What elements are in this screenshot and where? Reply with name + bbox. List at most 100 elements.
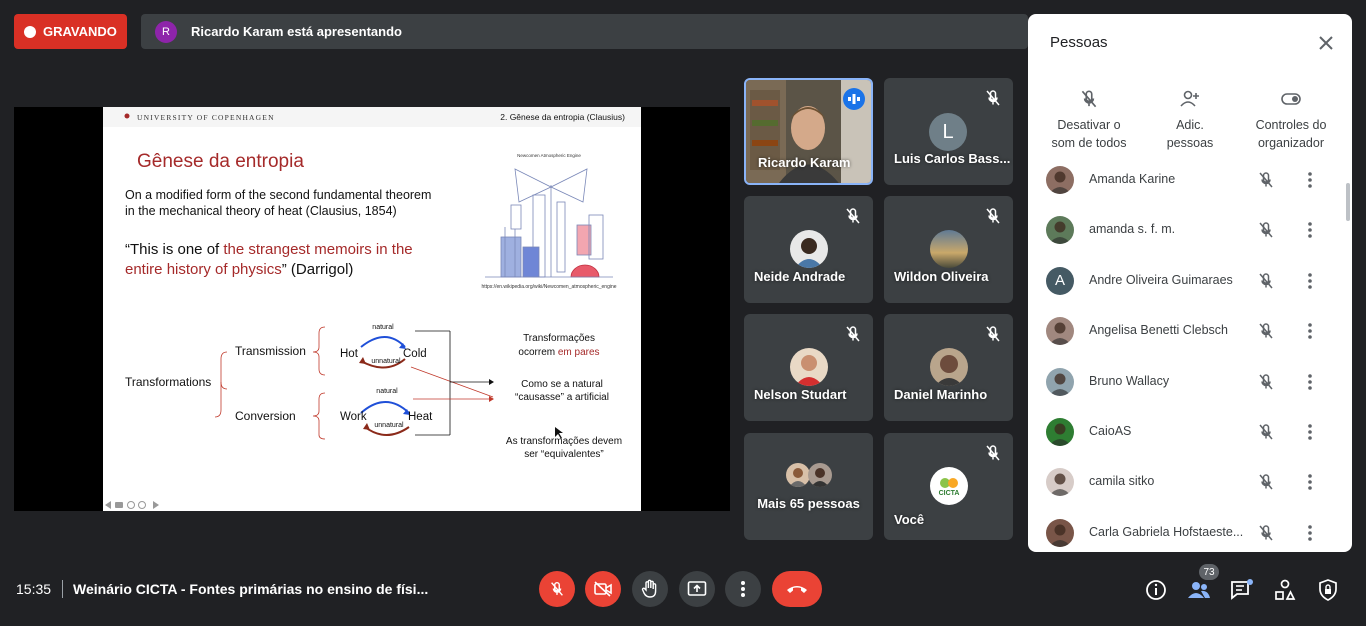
more-options-button[interactable] <box>725 571 761 607</box>
more-vert-icon[interactable] <box>1300 220 1320 245</box>
more-vert-icon[interactable] <box>1300 170 1320 195</box>
tile-ricardo-karam[interactable]: Ricardo Karam <box>744 78 873 185</box>
tile-name: Daniel Marinho <box>894 387 988 402</box>
toggle-icon <box>1281 93 1301 105</box>
presentation-slide: UNIVERSITY OF COPENHAGEN 2. Gênese da en… <box>103 107 641 511</box>
cicta-logo: CICTA <box>930 467 968 505</box>
muted-mic-icon <box>1081 90 1097 108</box>
muted-mic-icon <box>986 208 1000 224</box>
slide-quote-red1: the strangest memoirs in the <box>223 241 412 258</box>
participant-avatar <box>1046 317 1074 346</box>
diagram-natural-1: natural <box>372 324 394 331</box>
slide-quote-line1: “This is one of the strangest memoirs in… <box>125 241 413 258</box>
tile-you[interactable]: CICTA Você <box>884 433 1013 540</box>
tile-daniel-marinho[interactable]: Daniel Marinho <box>884 314 1013 421</box>
people-icon[interactable] <box>1186 577 1212 603</box>
muted-mic-icon[interactable] <box>1256 422 1276 447</box>
muted-mic-icon <box>846 208 860 224</box>
diagram-unnatural-1: unnatural <box>371 358 401 365</box>
participant-row[interactable]: Carla Gabriela Hofstaeste... <box>1028 508 1352 552</box>
slide-title: Gênese da entropia <box>137 151 304 172</box>
tile-name: Wildon Oliveira <box>894 269 989 284</box>
tile-name: Ricardo Karam <box>758 155 851 170</box>
slide-nav-controls <box>105 501 159 509</box>
chat-icon[interactable] <box>1229 577 1255 603</box>
engine-caption: Newcomen Atmospheric Engine <box>517 153 581 158</box>
info-icon[interactable] <box>1143 577 1169 603</box>
people-scrollbar[interactable] <box>1346 183 1350 221</box>
people-panel: Pessoas Desativar o som de todos Adic. p… <box>1028 14 1352 552</box>
slide-quote-red2: entire history of physics <box>125 261 282 278</box>
leave-call-button[interactable] <box>772 571 822 607</box>
host-controls-label-1: Controles do <box>1255 118 1327 132</box>
tile-name: Você <box>894 512 925 527</box>
diagram-work: Work <box>340 411 367 423</box>
avatar: L <box>929 113 967 151</box>
camera-toggle-button[interactable] <box>585 571 621 607</box>
presentation-banner-text: Ricardo Karam está apresentando <box>191 24 402 39</box>
note2-line1: Como se a natural <box>521 379 603 390</box>
more-vert-icon[interactable] <box>1300 372 1320 397</box>
diagram-natural-2: natural <box>376 388 398 395</box>
more-vert-icon[interactable] <box>1300 523 1320 548</box>
avatar <box>930 348 968 386</box>
participant-row[interactable]: Bruno Wallacy <box>1028 357 1352 407</box>
slide-line1: On a modified form of the second fundame… <box>125 188 431 202</box>
more-vert-icon[interactable] <box>1300 422 1320 447</box>
raise-hand-button[interactable] <box>632 571 668 607</box>
diagram-heat: Heat <box>408 411 433 423</box>
more-vert-icon[interactable] <box>1300 271 1320 296</box>
mic-off-icon <box>551 581 563 596</box>
muted-mic-icon[interactable] <box>1256 220 1276 245</box>
mic-toggle-button[interactable] <box>539 571 575 607</box>
more-vert-icon[interactable] <box>1300 321 1320 346</box>
participant-row[interactable]: CaioAS <box>1028 407 1352 457</box>
hand-icon <box>641 579 657 598</box>
tile-neide-andrade[interactable]: Neide Andrade <box>744 196 873 303</box>
present-button[interactable] <box>679 571 715 607</box>
muted-mic-icon[interactable] <box>1256 472 1276 497</box>
avatar <box>930 230 968 268</box>
diagram-transmission: Transmission <box>235 344 306 358</box>
muted-mic-icon[interactable] <box>1256 271 1276 296</box>
muted-mic-icon[interactable] <box>1256 372 1276 397</box>
participant-row[interactable]: Amanda Karine <box>1028 155 1352 205</box>
tile-more-people[interactable]: Mais 65 pessoas <box>744 433 873 540</box>
diagram-transformations: Transformations <box>125 375 211 389</box>
participant-row[interactable]: Angelisa Benetti Clebsch <box>1028 306 1352 356</box>
participant-row[interactable]: camila sitko <box>1028 457 1352 507</box>
camera-off-icon <box>594 581 612 597</box>
add-people-label-2: pessoas <box>1166 136 1214 150</box>
participant-row[interactable]: A Andre Oliveira Guimaraes <box>1028 256 1352 306</box>
activities-icon[interactable] <box>1272 577 1298 603</box>
participant-row[interactable]: amanda s. f. m. <box>1028 205 1352 255</box>
muted-mic-icon <box>986 445 1000 461</box>
participant-avatar: A <box>1046 266 1074 295</box>
recording-label: GRAVANDO <box>43 24 117 39</box>
note1-line2-start: ocorrem <box>518 347 557 358</box>
close-icon[interactable] <box>1317 34 1335 52</box>
present-screen-icon <box>687 581 707 596</box>
participant-name: Amanda Karine <box>1089 172 1176 186</box>
cicta-logo-text: CICTA <box>938 489 960 497</box>
mute-all-button[interactable]: Desativar o som de todos <box>1039 88 1139 152</box>
tile-nelson-studart[interactable]: Nelson Studart <box>744 314 873 421</box>
clock: 15:35 <box>16 581 52 597</box>
participant-avatar <box>1046 216 1074 245</box>
muted-mic-icon[interactable] <box>1256 523 1276 548</box>
note1-line2-red: em pares <box>558 347 600 358</box>
host-controls-label-2: organizador <box>1257 136 1324 150</box>
add-people-button[interactable]: Adic. pessoas <box>1140 88 1240 152</box>
muted-mic-icon[interactable] <box>1256 321 1276 346</box>
tile-name: Neide Andrade <box>754 269 846 284</box>
muted-mic-icon[interactable] <box>1256 170 1276 195</box>
host-controls-shield-icon[interactable] <box>1315 577 1341 603</box>
tile-wildon-oliveira[interactable]: Wildon Oliveira <box>884 196 1013 303</box>
participant-name: Bruno Wallacy <box>1089 373 1170 388</box>
tile-luis-carlos[interactable]: L Luis Carlos Bass... <box>884 78 1013 185</box>
host-controls-button[interactable]: Controles do organizador <box>1241 88 1341 152</box>
participant-name: Angelisa Benetti Clebsch <box>1089 323 1228 338</box>
more-vert-icon[interactable] <box>1300 472 1320 497</box>
avatar <box>808 463 832 487</box>
diagram-conversion: Conversion <box>235 409 296 423</box>
